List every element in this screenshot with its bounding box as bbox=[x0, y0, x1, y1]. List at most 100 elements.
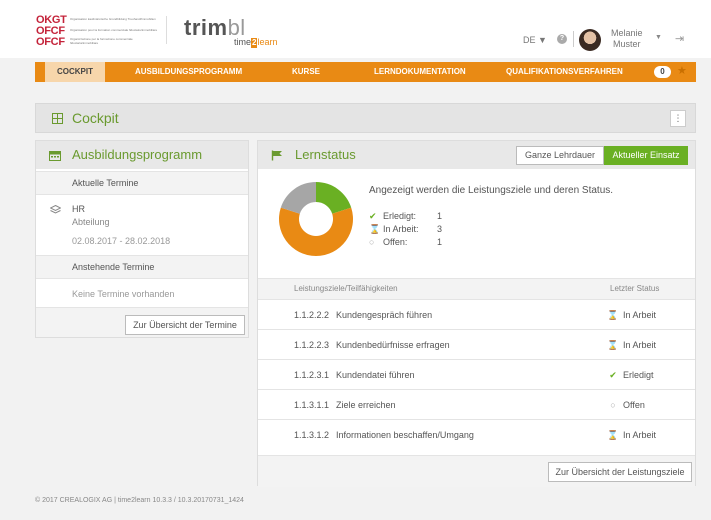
goal-code: 1.1.2.2.3 bbox=[294, 340, 330, 350]
goal-status: Offen bbox=[623, 400, 645, 410]
legend-label: Erledigt: bbox=[383, 211, 417, 221]
chevron-down-icon[interactable]: ▼ bbox=[655, 34, 662, 41]
goals-table-header: Leistungsziele/Teilfähigkeiten Letzter S… bbox=[258, 278, 695, 300]
col-last-status: Letzter Status bbox=[610, 284, 660, 293]
user-name[interactable]: Melanie Muster bbox=[611, 28, 643, 50]
lernstatus-footer: Zur Übersicht der Leistungsziele bbox=[258, 455, 695, 487]
donut-slice-in-arbeit bbox=[279, 207, 353, 257]
col-goals: Leistungsziele/Teilfähigkeiten bbox=[294, 284, 398, 293]
goal-status: In Arbeit bbox=[623, 430, 657, 440]
lernstatus-header: Lernstatus Ganze Lehrdauer Aktueller Ein… bbox=[258, 141, 695, 169]
nav-ausbildungsprogramm[interactable]: AUSBILDUNGSPROGRAMM bbox=[135, 62, 242, 82]
app-header: OKGT Organisation kaufmännische Grundbild… bbox=[0, 0, 711, 58]
time2learn-logo: time2learn bbox=[234, 37, 277, 48]
hourglass-icon: ⌛ bbox=[607, 310, 619, 320]
cockpit-bar: Cockpit ⋮ bbox=[35, 103, 696, 133]
table-row[interactable]: 1.1.2.2.3 Kundenbedürfnisse erfragen ⌛ I… bbox=[258, 330, 695, 360]
goal-code: 1.1.2.3.1 bbox=[294, 370, 330, 380]
user-last-name: Muster bbox=[613, 39, 641, 49]
lernstatus-title: Lernstatus bbox=[295, 147, 356, 162]
header-divider bbox=[166, 16, 167, 44]
entry-dates: 02.08.2017 - 28.02.2018 bbox=[72, 236, 171, 246]
tab-ganze-lehrdauer[interactable]: Ganze Lehrdauer bbox=[516, 146, 604, 165]
language-selector[interactable]: DE ▼ bbox=[523, 35, 547, 45]
goal-name: Informationen beschaffen/Umgang bbox=[336, 430, 474, 440]
status-info-text: Angezeigt werden die Leistungsziele und … bbox=[369, 185, 614, 196]
goal-name: Kundenbedürfnisse erfragen bbox=[336, 340, 450, 350]
table-row[interactable]: 1.1.3.1.1 Ziele erreichen ○ Offen bbox=[258, 390, 695, 420]
layers-icon bbox=[50, 205, 61, 214]
avatar[interactable] bbox=[579, 29, 601, 51]
goal-status: In Arbeit bbox=[623, 340, 657, 350]
nav-cockpit[interactable]: COCKPIT bbox=[45, 62, 105, 82]
check-icon: ✔ bbox=[609, 370, 617, 380]
ausbildung-footer: Zur Übersicht der Termine bbox=[36, 307, 248, 337]
status-donut-chart bbox=[279, 182, 353, 257]
lernstatus-panel: Lernstatus Ganze Lehrdauer Aktueller Ein… bbox=[257, 140, 696, 487]
legend-erledigt: ✔ Erledigt: 1 bbox=[369, 210, 442, 222]
goal-status: In Arbeit bbox=[623, 310, 657, 320]
goals-overview-button[interactable]: Zur Übersicht der Leistungsziele bbox=[548, 462, 692, 482]
legend-value: 1 bbox=[437, 237, 443, 247]
ausbildung-title: Ausbildungsprogramm bbox=[72, 147, 203, 162]
nav-lerndokumentation[interactable]: LERNDOKUMENTATION bbox=[374, 62, 466, 82]
more-menu-button[interactable]: ⋮ bbox=[670, 110, 686, 127]
legend-in-arbeit: ⌛ In Arbeit: 3 bbox=[369, 223, 442, 235]
okgt-logo[interactable]: OKGT Organisation kaufmännische Grundbild… bbox=[36, 14, 160, 48]
calendar-icon bbox=[49, 151, 61, 161]
entry-name: HR bbox=[72, 204, 85, 214]
check-icon: ✔ bbox=[369, 211, 377, 221]
ofcf-desc-it: Organizzazione per la formazione commerc… bbox=[70, 37, 133, 45]
trimbl-logo[interactable]: trimbl bbox=[184, 17, 246, 39]
table-row[interactable]: 1.1.2.2.2 Kundengespräch führen ⌛ In Arb… bbox=[258, 300, 695, 330]
ausbildung-header: Ausbildungsprogramm bbox=[36, 141, 248, 169]
logo-trim: trim bbox=[184, 15, 228, 40]
current-dates-label: Aktuelle Termine bbox=[36, 171, 248, 195]
goal-code: 1.1.3.1.2 bbox=[294, 430, 330, 440]
okgt-desc: Organisation kaufmännische Grundbildung … bbox=[70, 16, 156, 21]
goal-name: Kundengespräch führen bbox=[336, 310, 433, 320]
header-user-divider bbox=[573, 31, 574, 47]
ofcf-desc: Organisation pour la formation commercia… bbox=[70, 27, 158, 32]
user-first-name: Melanie bbox=[611, 28, 643, 38]
upcoming-dates-label: Anstehende Termine bbox=[36, 255, 248, 279]
goal-name: Kundendatei führen bbox=[336, 370, 415, 380]
logout-icon[interactable]: ⇥ bbox=[675, 32, 684, 45]
legend-value: 1 bbox=[437, 211, 443, 221]
dates-overview-button[interactable]: Zur Übersicht der Termine bbox=[125, 315, 245, 335]
entry-department: Abteilung bbox=[72, 217, 110, 227]
tab-aktueller-einsatz[interactable]: Aktueller Einsatz bbox=[604, 146, 688, 165]
hourglass-icon: ⌛ bbox=[607, 340, 619, 350]
current-date-entry[interactable]: HR Abteilung 02.08.2017 - 28.02.2018 bbox=[36, 195, 248, 255]
ofcf-abbr-it: OFCF bbox=[36, 35, 65, 48]
main-nav: COCKPIT AUSBILDUNGSPROGRAMM KURSE LERNDO… bbox=[35, 62, 696, 82]
notification-badge[interactable]: 0 bbox=[654, 66, 671, 78]
hourglass-icon: ⌛ bbox=[369, 224, 381, 234]
grid-icon bbox=[52, 113, 63, 124]
legend-offen: ○ Offen: 1 bbox=[369, 236, 442, 248]
legend-value: 3 bbox=[437, 224, 443, 234]
goal-code: 1.1.3.1.1 bbox=[294, 400, 330, 410]
ausbildung-panel: Ausbildungsprogramm Aktuelle Termine HR … bbox=[35, 140, 249, 338]
copyright-text: © 2017 CREALOGIX AG | time2learn 10.3.3 … bbox=[35, 497, 244, 504]
legend-label: In Arbeit: bbox=[383, 224, 419, 234]
logo-learn: learn bbox=[257, 37, 278, 47]
circle-icon: ○ bbox=[369, 237, 375, 247]
circle-icon: ○ bbox=[610, 400, 616, 410]
table-row[interactable]: 1.1.3.1.2 Informationen beschaffen/Umgan… bbox=[258, 420, 695, 450]
donut-slice-erledigt bbox=[316, 182, 352, 214]
goal-code: 1.1.2.2.2 bbox=[294, 310, 330, 320]
nav-kurse[interactable]: KURSE bbox=[292, 62, 320, 82]
donut-slice-offen bbox=[280, 182, 316, 214]
table-row[interactable]: 1.1.2.3.1 Kundendatei führen ✔ Erledigt bbox=[258, 360, 695, 390]
help-icon[interactable]: ? bbox=[557, 34, 567, 44]
hourglass-icon: ⌛ bbox=[607, 430, 619, 440]
goal-status: Erledigt bbox=[623, 370, 654, 380]
nav-qualifikationsverfahren[interactable]: QUALIFIKATIONSVERFAHREN bbox=[506, 62, 623, 82]
no-dates-text: Keine Termine vorhanden bbox=[72, 289, 175, 299]
legend-label: Offen: bbox=[383, 237, 408, 247]
logo-time: time bbox=[234, 37, 252, 47]
star-icon[interactable]: ★ bbox=[677, 64, 687, 77]
flag-icon bbox=[271, 150, 282, 161]
goal-name: Ziele erreichen bbox=[336, 400, 396, 410]
